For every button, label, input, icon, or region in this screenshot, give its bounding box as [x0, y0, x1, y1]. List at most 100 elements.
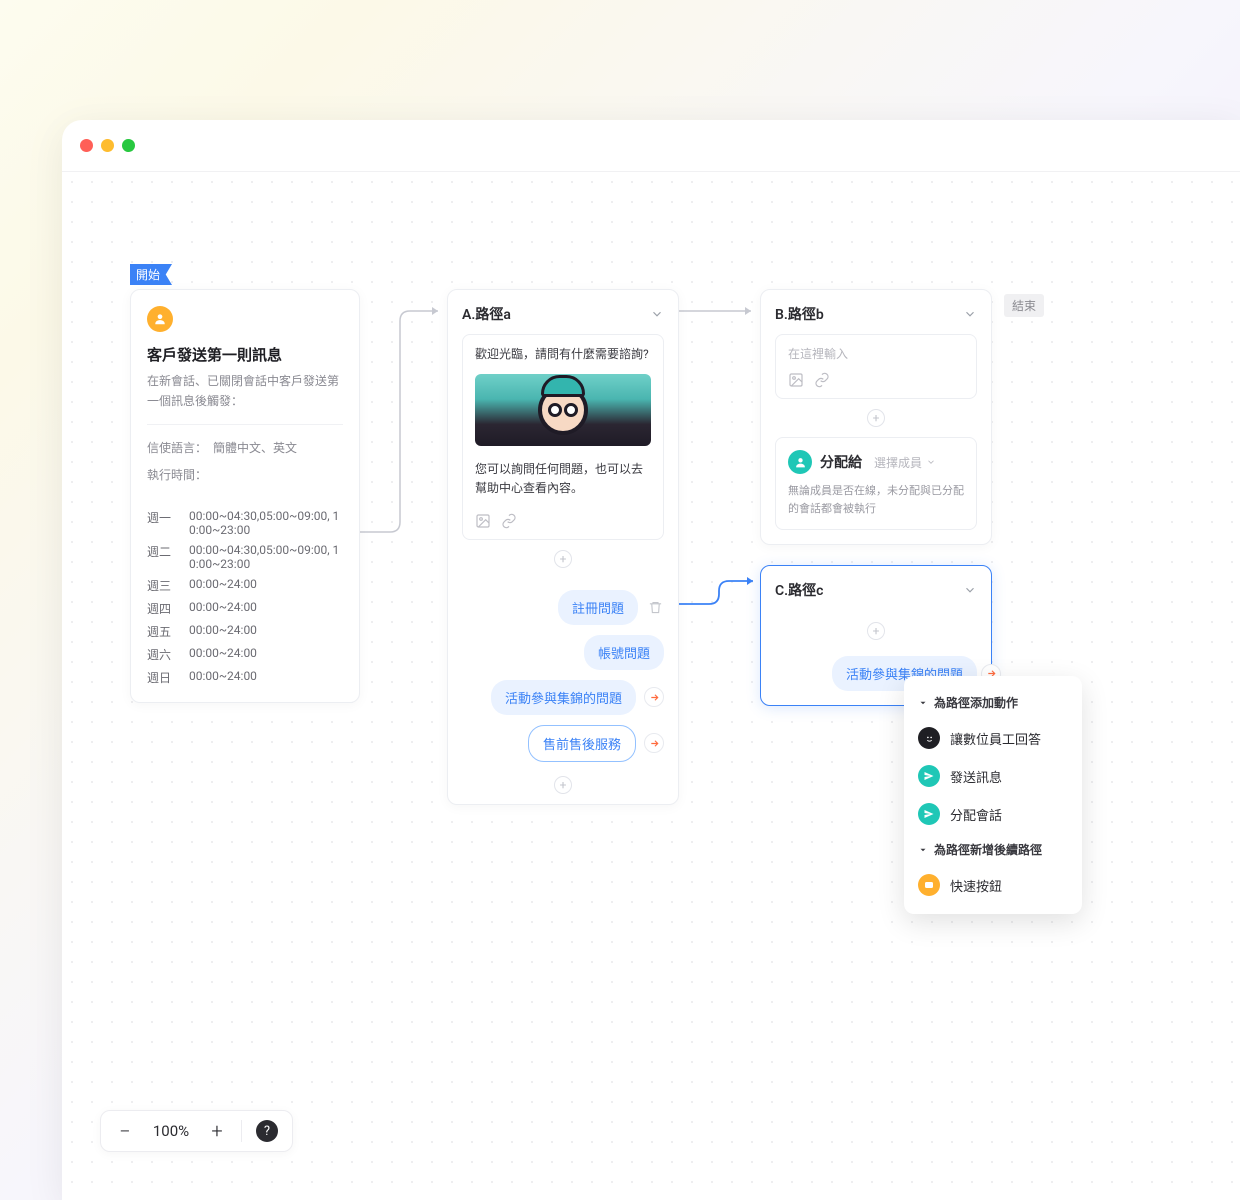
help-button[interactable]: ? — [256, 1120, 278, 1142]
schedule-row: 週五 00:00~24:00 — [147, 623, 343, 640]
schedule-day: 週二 — [147, 543, 175, 571]
add-step-button[interactable]: + — [867, 622, 885, 640]
trigger-description: 在新會話、已關閉會話中客戶發送第一個訊息後觸發： — [131, 371, 359, 424]
trash-icon[interactable] — [646, 598, 664, 616]
chevron-down-icon[interactable] — [963, 583, 977, 597]
popup-item-label: 分配會話 — [950, 805, 1002, 824]
popup-item-label: 發送訊息 — [950, 767, 1002, 786]
traffic-lights — [80, 139, 135, 152]
path-c-title: C.路徑c — [775, 580, 823, 600]
quick-reply-chip[interactable]: 註冊問題 — [558, 590, 638, 625]
window-chrome — [62, 120, 1240, 172]
path-a-title: A.路徑a — [462, 304, 511, 324]
schedule-row: 週日 00:00~24:00 — [147, 669, 343, 686]
body-text: 您可以詢問任何問題，也可以去幫助中心查看內容。 — [463, 450, 663, 504]
connector-a-to-c — [679, 577, 763, 617]
schedule-day: 週一 — [147, 509, 175, 537]
arrow-right-icon[interactable] — [644, 687, 664, 707]
path-a-card[interactable]: A.路徑a 歡迎光臨，請問有什麼需要諮詢? 您可以詢問任何問題，也可以去幫助中心… — [447, 289, 679, 805]
trigger-title: 客戶發送第一則訊息 — [131, 336, 359, 371]
app-window: 開始 結束 客戶發送第一則訊息 在新會話、已關閉會話中客戶發送第一個訊息後觸發： — [62, 120, 1240, 1200]
assign-description: 無論成員是否在線，未分配與已分配的會話都會被執行 — [788, 482, 964, 517]
schedule-row: 週四 00:00~24:00 — [147, 600, 343, 617]
action-icon — [918, 803, 940, 825]
popup-section-actions: 為路徑添加動作 — [904, 686, 1082, 719]
image-icon[interactable] — [788, 372, 804, 388]
assign-block[interactable]: 分配給 選擇成員 無論成員是否在線，未分配與已分配的會話都會被執行 — [775, 437, 977, 530]
quick-reply-chip[interactable]: 帳號問題 — [584, 635, 664, 670]
image-icon[interactable] — [475, 513, 491, 529]
action-popup: 為路徑添加動作 讓數位員工回答發送訊息分配會話 為路徑新增後續路徑 快速按鈕 — [904, 676, 1082, 914]
assign-title: 分配給 — [820, 452, 862, 472]
schedule-time: 00:00~04:30,05:00~09:00, 10:00~23:00 — [189, 543, 343, 571]
lang-value: 簡體中文、英文 — [213, 439, 297, 456]
schedule-row: 週三 00:00~24:00 — [147, 577, 343, 594]
action-icon — [918, 765, 940, 787]
quick-reply-list: 註冊問題帳號問題活動參與集錦的問題售前售後服務 — [448, 578, 678, 766]
divider — [241, 1120, 242, 1142]
action-icon — [918, 874, 940, 896]
minimize-window-button[interactable] — [101, 139, 114, 152]
add-step-button[interactable]: + — [867, 409, 885, 427]
schedule-day: 週六 — [147, 646, 175, 663]
schedule-time: 00:00~24:00 — [189, 646, 343, 663]
add-reply-button[interactable]: + — [554, 776, 572, 794]
greeting-text: 歡迎光臨，請問有什麼需要諮詢? — [463, 335, 663, 370]
popup-action-item[interactable]: 讓數位員工回答 — [904, 719, 1082, 757]
popup-item-label: 讓數位員工回答 — [950, 729, 1041, 748]
trigger-card[interactable]: 客戶發送第一則訊息 在新會話、已關閉會話中客戶發送第一個訊息後觸發： 信使語言：… — [130, 289, 360, 703]
connector-trigger-to-a — [360, 307, 450, 537]
arrow-right-icon[interactable] — [644, 733, 664, 753]
path-b-card[interactable]: B.路徑b 在這裡輸入 + 分配給 選擇成員 — [760, 289, 992, 545]
start-flag: 開始 — [130, 264, 172, 285]
schedule-time: 00:00~04:30,05:00~09:00, 10:00~23:00 — [189, 509, 343, 537]
popup-action-item[interactable]: 發送訊息 — [904, 757, 1082, 795]
caret-down-icon — [918, 698, 928, 708]
popup-action-item[interactable]: 分配會話 — [904, 795, 1082, 833]
zoom-out-button[interactable]: − — [115, 1119, 135, 1143]
schedule-time: 00:00~24:00 — [189, 577, 343, 594]
zoom-in-button[interactable]: + — [207, 1119, 227, 1143]
schedule-day: 週三 — [147, 577, 175, 594]
zoom-controls: − 100% + ? — [100, 1110, 293, 1152]
maximize-window-button[interactable] — [122, 139, 135, 152]
placeholder-text: 在這裡輸入 — [788, 345, 964, 362]
flow-canvas[interactable]: 開始 結束 客戶發送第一則訊息 在新會話、已關閉會話中客戶發送第一個訊息後觸發： — [62, 172, 1240, 1200]
chevron-down-icon[interactable] — [963, 307, 977, 321]
person-icon — [788, 450, 812, 474]
message-editor[interactable]: 歡迎光臨，請問有什麼需要諮詢? 您可以詢問任何問題，也可以去幫助中心查看內容。 — [462, 334, 664, 540]
schedule-day: 週日 — [147, 669, 175, 686]
schedule-time: 00:00~24:00 — [189, 669, 343, 686]
close-window-button[interactable] — [80, 139, 93, 152]
add-step-button[interactable]: + — [554, 550, 572, 568]
schedule-time: 00:00~24:00 — [189, 600, 343, 617]
trigger-meta: 信使語言： 簡體中文、英文 執行時間： — [131, 425, 359, 497]
link-icon[interactable] — [814, 372, 830, 388]
schedule-row: 週一 00:00~04:30,05:00~09:00, 10:00~23:00 — [147, 509, 343, 537]
schedule-list: 週一00:00~04:30,05:00~09:00, 10:00~23:00週二… — [131, 497, 359, 702]
schedule-row: 週六 00:00~24:00 — [147, 646, 343, 663]
editor-toolbar — [463, 505, 663, 539]
popup-item-label: 快速按鈕 — [950, 876, 1002, 895]
assign-select[interactable]: 選擇成員 — [874, 454, 936, 471]
action-icon — [918, 727, 940, 749]
schedule-day: 週五 — [147, 623, 175, 640]
end-tag: 結束 — [1004, 294, 1044, 317]
quick-reply-chip[interactable]: 活動參與集錦的問題 — [491, 680, 636, 715]
chevron-down-icon[interactable] — [650, 307, 664, 321]
message-image — [475, 374, 651, 446]
popup-action-item[interactable]: 快速按鈕 — [904, 866, 1082, 904]
connector-a-to-b — [679, 302, 763, 322]
lang-label: 信使語言： — [147, 439, 207, 456]
time-label: 執行時間： — [147, 466, 207, 483]
zoom-value: 100% — [149, 1122, 193, 1140]
schedule-time: 00:00~24:00 — [189, 623, 343, 640]
schedule-day: 週四 — [147, 600, 175, 617]
quick-reply-chip[interactable]: 售前售後服務 — [528, 725, 636, 762]
schedule-row: 週二 00:00~04:30,05:00~09:00, 10:00~23:00 — [147, 543, 343, 571]
message-input[interactable]: 在這裡輸入 — [775, 334, 977, 399]
chevron-down-icon — [926, 457, 936, 467]
popup-section-paths: 為路徑新增後續路徑 — [904, 833, 1082, 866]
person-icon — [147, 306, 173, 332]
link-icon[interactable] — [501, 513, 517, 529]
